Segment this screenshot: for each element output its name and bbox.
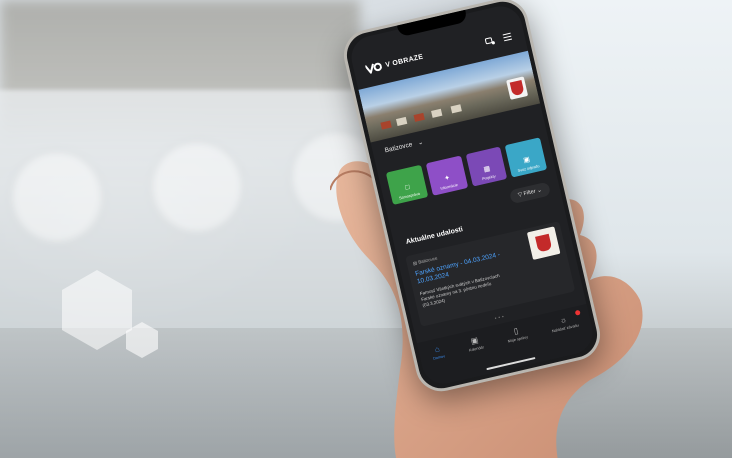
tile-label: Samospráva [398,191,421,201]
megaphone-icon: ✦ [443,174,451,183]
calendar-icon: ▣ [469,335,480,346]
monitor-circle-icon [10,150,104,244]
tile-informacie[interactable]: ✦ Informácie [425,155,468,196]
tile-samosprava[interactable]: □ Samospráva [385,164,429,205]
calendar-icon: ▣ [522,156,531,165]
tile-label: Projekty [481,174,497,182]
tile-projekty[interactable]: ▦ Projekty [465,146,508,187]
background-scene: V OBRAZE Batizovce ⌄ □ Samospráva ✦ Info… [0,0,732,458]
chevron-down-icon: ⌄ [417,139,424,147]
monitor-circle-icon [150,140,244,234]
tile-label: Svoz odpadu [517,164,540,174]
building-icon: ▤ [412,260,418,266]
tab-moje-spravy[interactable]: ▯ Moje správy [505,324,528,343]
location-name: Batizovce [384,141,414,155]
chat-icon: □ [404,183,411,192]
tab-kalendar[interactable]: ▣ Kalendár [466,335,485,352]
notification-settings-icon[interactable] [484,35,496,47]
tab-domov[interactable]: ⌂ Domov [430,344,446,361]
tile-label: Informácie [440,182,459,191]
event-coat-of-arms-icon [526,226,561,260]
filter-icon: ▽ [517,191,523,199]
home-icon: ⌂ [433,344,441,355]
filter-button[interactable]: ▽ Filter ⌄ [508,181,552,205]
vo-logo-icon [364,62,382,75]
bookmark-icon: ▯ [512,326,520,336]
chevron-down-icon: ⌄ [536,187,543,195]
grid-icon: ▦ [483,165,492,174]
tile-svoz-odpadu[interactable]: ▣ Svoz odpadu [504,137,548,178]
app-brand: V OBRAZE [384,53,424,69]
coat-of-arms-icon [506,76,529,100]
home-indicator [486,356,536,371]
menu-icon[interactable] [501,31,513,43]
filter-label: Filter [523,188,537,198]
bug-icon: ☼ [558,314,568,326]
tab-nahlasit-zavadu[interactable]: ☼ Nahlásiť závadu [549,309,581,333]
notification-badge [574,309,581,316]
